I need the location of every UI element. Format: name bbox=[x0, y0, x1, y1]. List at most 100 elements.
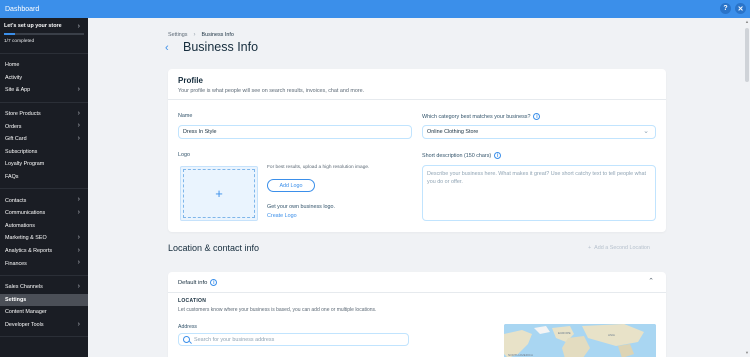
help-icon[interactable]: ? bbox=[720, 3, 731, 14]
sidebar-item-label: Contacts bbox=[5, 197, 27, 204]
category-select[interactable]: Online Clothing Store ⌄ bbox=[422, 125, 656, 139]
description-label-text: Short description (150 chars) bbox=[422, 152, 492, 159]
chevron-right-icon: › bbox=[77, 134, 80, 142]
info-icon[interactable]: i bbox=[533, 113, 541, 120]
add-second-location-label: Add a Second Location bbox=[594, 245, 650, 251]
sidebar-item-label: Orders bbox=[5, 123, 22, 130]
chevron-down-icon: ⌄ bbox=[643, 128, 649, 135]
map-label-asia: ASIA bbox=[608, 333, 615, 337]
plus-icon: + bbox=[588, 245, 592, 251]
logo-cta-text: Get your own business logo. bbox=[267, 204, 336, 210]
logo-upload-area[interactable]: + bbox=[180, 166, 258, 221]
sidebar-item-site-app[interactable]: Site & App › bbox=[0, 84, 88, 97]
sidebar-item-subscriptions[interactable]: Subscriptions bbox=[0, 146, 88, 159]
category-label-text: Which category best matches your busines… bbox=[422, 113, 531, 120]
address-label: Address bbox=[178, 324, 198, 330]
default-info-title: Default info bbox=[178, 279, 208, 286]
sidebar-item-loyalty-program[interactable]: Loyalty Program bbox=[0, 158, 88, 171]
setup-progress-fill bbox=[4, 33, 16, 35]
map-label-europe: EUROPE bbox=[558, 331, 571, 335]
close-icon[interactable]: ✕ bbox=[735, 3, 746, 14]
location-map[interactable]: NORTH AMERICA EUROPE ASIA bbox=[504, 324, 656, 357]
search-icon bbox=[183, 336, 190, 343]
description-textarea[interactable]: Describe your business here. What makes … bbox=[422, 165, 656, 221]
location-section-title: Location & contact info bbox=[168, 243, 260, 253]
setup-widget[interactable]: Let's set up your store › 1/7 completed bbox=[0, 18, 88, 54]
sidebar-group: Sales Channels › Settings Content Manager De… bbox=[0, 276, 88, 338]
info-icon[interactable]: i bbox=[210, 279, 218, 286]
sidebar-item-marketing-seo[interactable]: Marketing & SEO › bbox=[0, 232, 88, 245]
sidebar-item-analytics-reports[interactable]: Analytics & Reports › bbox=[0, 245, 88, 258]
sidebar-item-label: Analytics & Reports bbox=[5, 248, 53, 255]
sidebar-item-label: Store Products bbox=[5, 111, 41, 118]
sidebar-item-finances[interactable]: Finances › bbox=[0, 257, 88, 270]
sidebar-item-label: Sales Channels bbox=[5, 284, 43, 291]
business-name-input[interactable]: Dress In Style bbox=[178, 125, 412, 139]
category-label: Which category best matches your busines… bbox=[422, 113, 541, 120]
sidebar-item-label: Site & App bbox=[5, 87, 31, 94]
logo-label-text: Logo bbox=[178, 152, 190, 158]
location-heading: LOCATION bbox=[178, 298, 207, 304]
logo-hint: For best results, upload a high resoluti… bbox=[267, 165, 370, 170]
sidebar-item-label: Developer Tools bbox=[5, 321, 44, 328]
sidebar-item-label: Home bbox=[5, 62, 20, 69]
sidebar-group: Home Activity Site & App › bbox=[0, 54, 88, 103]
sidebar-item-home[interactable]: Home bbox=[0, 59, 88, 72]
chevron-right-icon: › bbox=[77, 122, 80, 130]
back-arrow-icon[interactable]: ‹ bbox=[165, 42, 169, 54]
scroll-down-icon[interactable]: ▼ bbox=[745, 350, 749, 355]
sidebar-item-label: Activity bbox=[5, 74, 23, 81]
profile-title: Profile bbox=[178, 76, 203, 85]
sidebar-item-content-manager[interactable]: Content Manager bbox=[0, 306, 88, 319]
category-value: Online Clothing Store bbox=[427, 129, 479, 135]
divider bbox=[168, 99, 666, 100]
chevron-right-icon: › bbox=[77, 23, 80, 30]
sidebar-item-label: Content Manager bbox=[5, 309, 47, 316]
sidebar-group: Store Products › Orders › Gift Card › Subscrip… bbox=[0, 103, 88, 190]
sidebar-item-label: FAQs bbox=[5, 174, 19, 181]
sidebar-item-sales-channels[interactable]: Sales Channels › bbox=[0, 281, 88, 294]
sidebar-item-label: Communications bbox=[5, 210, 46, 217]
location-description: Let customers know where your business i… bbox=[178, 307, 377, 313]
sidebar-item-communications[interactable]: Communications › bbox=[0, 207, 88, 220]
sidebar-item-store-products[interactable]: Store Products › bbox=[0, 108, 88, 121]
add-second-location-button[interactable]: + Add a Second Location bbox=[588, 245, 650, 251]
sidebar-item-label: Finances bbox=[5, 260, 27, 267]
sidebar-item-faqs[interactable]: FAQs bbox=[0, 171, 88, 184]
sidebar-item-orders[interactable]: Orders › bbox=[0, 120, 88, 133]
plus-icon: + bbox=[215, 186, 223, 201]
scrollbar-thumb[interactable] bbox=[745, 28, 749, 82]
chevron-right-icon: › bbox=[77, 196, 80, 204]
chevron-right-icon: › bbox=[77, 86, 80, 94]
chevron-right-icon: › bbox=[77, 208, 80, 216]
setup-title: Let's set up your store bbox=[4, 23, 62, 29]
sidebar-item-developer-tools[interactable]: Developer Tools › bbox=[0, 319, 88, 332]
sidebar-item-activity[interactable]: Activity bbox=[0, 72, 88, 85]
info-icon[interactable]: i bbox=[494, 152, 502, 159]
sidebar-item-label: Gift Card bbox=[5, 136, 27, 143]
add-logo-button[interactable]: Add Logo bbox=[267, 179, 315, 192]
scroll-up-icon[interactable]: ▲ bbox=[745, 19, 749, 24]
sidebar-item-settings[interactable]: Settings bbox=[0, 293, 88, 307]
sidebar-item-label: Automations bbox=[5, 222, 35, 229]
address-search-input[interactable]: Search for your business address bbox=[178, 333, 409, 346]
map-label-north-america: NORTH AMERICA bbox=[508, 353, 533, 357]
world-map-graphic: NORTH AMERICA EUROPE ASIA bbox=[504, 324, 656, 357]
logo-dropzone[interactable]: + bbox=[183, 169, 255, 218]
setup-status: 1/7 completed bbox=[4, 38, 35, 44]
default-info-header[interactable]: Default info i bbox=[178, 279, 218, 286]
breadcrumb-settings[interactable]: Settings bbox=[168, 32, 187, 38]
business-name-value: Dress In Style bbox=[183, 129, 217, 135]
create-logo-link[interactable]: Create Logo bbox=[267, 213, 297, 219]
chevron-right-icon: › bbox=[77, 109, 80, 117]
profile-subtitle: Your profile is what people will see on … bbox=[178, 88, 365, 94]
name-label-text: Name bbox=[178, 113, 193, 119]
breadcrumb: Settings › Business Info bbox=[168, 32, 234, 38]
sidebar: Let's set up your store › 1/7 completed … bbox=[0, 18, 88, 357]
window-titlebar: Dashboard ? ✕ bbox=[0, 0, 750, 18]
sidebar-item-gift-card[interactable]: Gift Card › bbox=[0, 133, 88, 146]
sidebar-item-contacts[interactable]: Contacts › bbox=[0, 194, 88, 207]
sidebar-item-automations[interactable]: Automations bbox=[0, 220, 88, 233]
chevron-right-icon: › bbox=[77, 234, 80, 242]
chevron-up-icon[interactable]: ⌃ bbox=[648, 277, 654, 285]
